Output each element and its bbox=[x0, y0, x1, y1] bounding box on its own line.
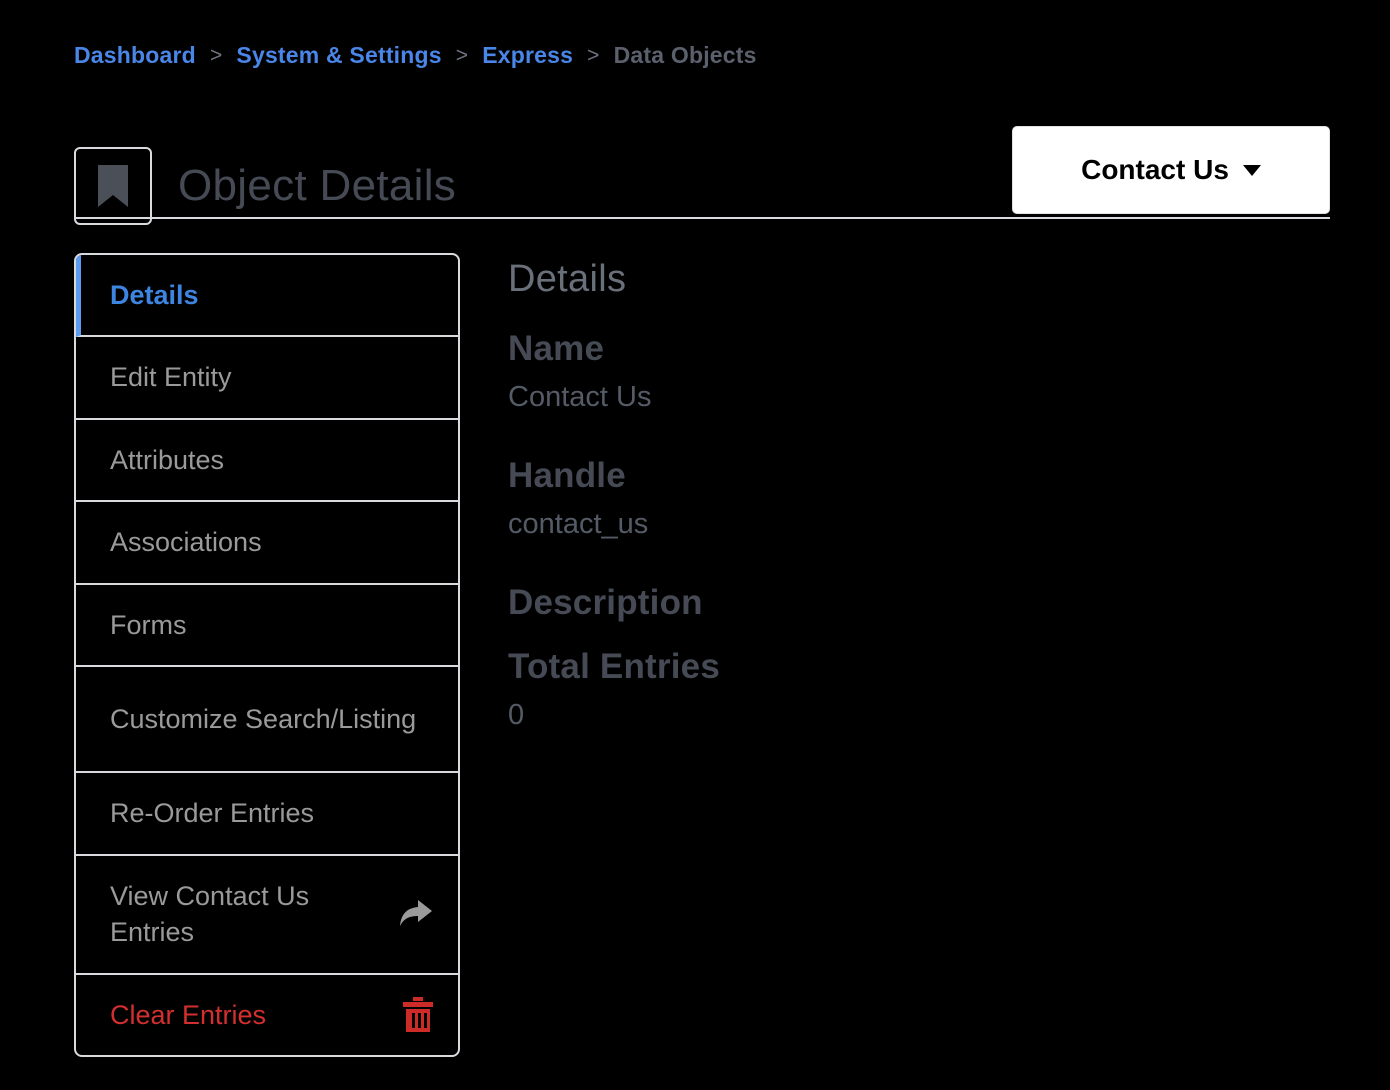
sidebar-item-attributes[interactable]: Attributes bbox=[76, 420, 458, 503]
sidebar-item-view-contact-us-entries[interactable]: View Contact Us Entries bbox=[76, 856, 458, 975]
sidebar-item-associations[interactable]: Associations bbox=[76, 502, 458, 585]
page-header: Object Details Contact Us bbox=[74, 118, 1330, 226]
field-handle: Handle contact_us bbox=[508, 456, 1328, 541]
chevron-down-icon bbox=[1242, 164, 1261, 176]
object-details-sidebar: Details Edit Entity Attributes Associati… bbox=[74, 253, 460, 1057]
sidebar-item-forms[interactable]: Forms bbox=[76, 585, 458, 668]
sidebar-item-re-order-entries[interactable]: Re-Order Entries bbox=[76, 773, 458, 856]
field-description: Description bbox=[508, 583, 1328, 623]
sidebar-item-customize-search-listing[interactable]: Customize Search/Listing bbox=[76, 667, 458, 774]
page-title: Object Details bbox=[178, 161, 457, 211]
field-label: Handle bbox=[508, 456, 626, 495]
breadcrumb-item-express[interactable]: Express bbox=[482, 42, 573, 69]
sidebar-item-label: Details bbox=[110, 280, 199, 310]
breadcrumb-separator: > bbox=[587, 43, 600, 67]
field-label: Name bbox=[508, 329, 605, 368]
sidebar-item-details[interactable]: Details bbox=[76, 255, 458, 338]
sidebar-item-label: Re-Order Entries bbox=[110, 798, 315, 829]
breadcrumb-item-system-settings[interactable]: System & Settings bbox=[236, 42, 441, 69]
header-divider bbox=[74, 217, 1330, 219]
breadcrumb-item-dashboard[interactable]: Dashboard bbox=[74, 42, 196, 69]
contact-us-dropdown-button[interactable]: Contact Us bbox=[1012, 126, 1330, 214]
object-details-page: Dashboard > System & Settings > Express … bbox=[0, 0, 1390, 1090]
breadcrumb: Dashboard > System & Settings > Express … bbox=[74, 42, 757, 69]
field-label: Description bbox=[508, 583, 703, 622]
sidebar-item-label: View Contact Us Entries bbox=[110, 880, 310, 948]
contact-us-dropdown-label: Contact Us bbox=[1081, 154, 1229, 185]
sidebar-item-label: Forms bbox=[110, 609, 187, 640]
sidebar-item-label: Associations bbox=[110, 527, 262, 558]
details-panel: Details Name Contact Us Handle contact_u… bbox=[508, 258, 1328, 774]
field-label: Total Entries bbox=[508, 647, 720, 686]
trash-icon[interactable] bbox=[402, 996, 434, 1033]
bookmark-icon bbox=[74, 147, 152, 226]
field-value: 0 bbox=[508, 699, 525, 731]
field-value: Contact Us bbox=[508, 381, 652, 413]
breadcrumb-separator: > bbox=[455, 43, 469, 67]
sidebar-item-label: Edit Entity bbox=[110, 362, 232, 393]
field-name: Name Contact Us bbox=[508, 329, 1328, 414]
field-value: contact_us bbox=[508, 508, 649, 540]
sidebar-item-edit-entity[interactable]: Edit Entity bbox=[76, 337, 458, 420]
share-arrow-icon bbox=[398, 898, 434, 930]
sidebar-item-label: Clear Entries bbox=[110, 999, 267, 1030]
sidebar-item-label: Customize Search/Listing bbox=[110, 703, 417, 734]
field-total-entries: Total Entries 0 bbox=[508, 647, 1328, 732]
breadcrumb-item-data-objects: Data Objects bbox=[613, 42, 757, 68]
details-heading: Details bbox=[508, 258, 627, 300]
sidebar-item-label: Attributes bbox=[110, 444, 225, 475]
page-header-left: Object Details bbox=[74, 118, 456, 255]
breadcrumb-separator: > bbox=[209, 43, 223, 67]
sidebar-item-clear-entries[interactable]: Clear Entries bbox=[76, 975, 458, 1055]
